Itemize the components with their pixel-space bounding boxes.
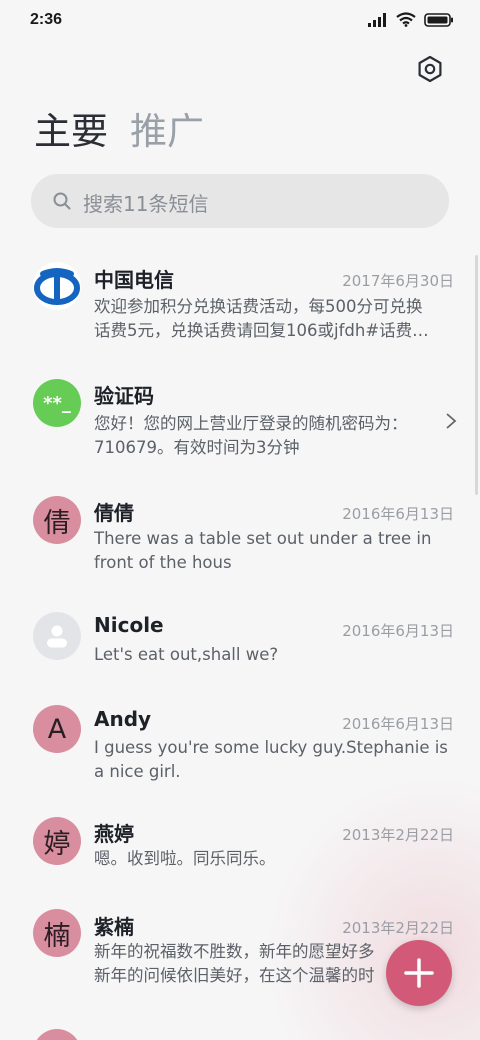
status-icons: [368, 12, 454, 27]
message-preview: I guess you're some lucky guy.Stephanie …: [94, 738, 448, 781]
settings-button[interactable]: [416, 55, 444, 83]
message-date: 2016年6月13日: [342, 715, 454, 733]
contact-name: Nicole: [94, 613, 164, 637]
conversation-item[interactable]: 中国电信 2017年6月30日 欢迎参加积分兑换话费活动，每500分可兑换 话费…: [0, 250, 480, 368]
avatar: 楠: [33, 909, 81, 957]
avatar: [33, 612, 81, 660]
status-time: 2:36: [30, 11, 63, 28]
message-date: 2013年2月22日: [342, 919, 454, 937]
conversation-item[interactable]: 婷 燕婷 2013年2月22日 嗯。收到啦。同乐同乐。: [0, 810, 480, 905]
battery-icon: [424, 12, 453, 27]
avatar-code-text: **_: [43, 392, 71, 414]
message-date: 2017年6月30日: [342, 272, 454, 290]
search-placeholder: 搜索11条短信: [83, 192, 209, 216]
message-preview: 嗯。收到啦。同乐同乐。: [94, 849, 276, 868]
avatar-initial: A: [47, 713, 67, 745]
message-preview: 欢迎参加积分兑换话费活动，每500分可兑换 话费5元，兑换话费请回复106或jf…: [94, 297, 429, 340]
status-bar: 2:36: [0, 0, 480, 40]
conversation-list: 中国电信 2017年6月30日 欢迎参加积分兑换话费活动，每500分可兑换 话费…: [0, 250, 480, 1040]
message-date: 2016年6月13日: [342, 505, 454, 523]
search-input[interactable]: 搜索11条短信: [31, 174, 449, 228]
person-icon: [47, 625, 67, 648]
plus-icon: [404, 958, 434, 988]
tab-bar: 主要 推广: [34, 108, 204, 156]
message-date: 2013年2月22日: [342, 826, 454, 844]
tab-promotions[interactable]: 推广: [130, 108, 204, 156]
avatar-initial: 婷: [43, 828, 71, 860]
avatar: **_: [33, 379, 81, 427]
conversation-item[interactable]: **_ 验证码 您好！您的网上营业厅登录的随机密码为： 710679。有效时间为…: [0, 368, 480, 484]
avatar: [33, 262, 81, 310]
china-telecom-logo-icon: [34, 268, 80, 305]
message-preview: 您好！您的网上营业厅登录的随机密码为： 710679。有效时间为3分钟: [94, 414, 408, 457]
contact-name: 倩倩: [94, 501, 134, 525]
avatar-initial: 楠: [43, 920, 71, 952]
tab-primary[interactable]: 主要: [34, 108, 108, 156]
conversation-item[interactable]: 倩 倩倩 2016年6月13日 There was a table set ou…: [0, 484, 480, 601]
contact-name: 紫楠: [94, 915, 134, 939]
settings-icon: [418, 55, 442, 83]
wifi-icon: [396, 12, 416, 27]
conversation-item[interactable]: [0, 1015, 480, 1040]
avatar: [33, 1029, 81, 1040]
message-date: 2016年6月13日: [342, 622, 454, 640]
signal-icon: [368, 12, 386, 27]
avatar: 倩: [33, 496, 81, 544]
contact-name: 验证码: [94, 384, 154, 408]
conversation-item[interactable]: Nicole 2016年6月13日 Let's eat out,shall we…: [0, 601, 480, 695]
avatar: 婷: [33, 817, 81, 865]
message-preview: Let's eat out,shall we?: [94, 645, 279, 664]
avatar: A: [33, 705, 81, 753]
avatar-initial: 倩: [43, 507, 71, 539]
contact-name: Andy: [94, 707, 152, 731]
new-message-button[interactable]: [386, 940, 452, 1006]
contact-name: 中国电信: [94, 268, 174, 292]
conversation-item[interactable]: A Andy 2016年6月13日 I guess you're some lu…: [0, 695, 480, 810]
search-icon: [53, 192, 71, 210]
chevron-right-icon[interactable]: [444, 411, 458, 431]
message-preview: There was a table set out under a tree i…: [94, 529, 432, 572]
contact-name: 燕婷: [94, 822, 134, 846]
